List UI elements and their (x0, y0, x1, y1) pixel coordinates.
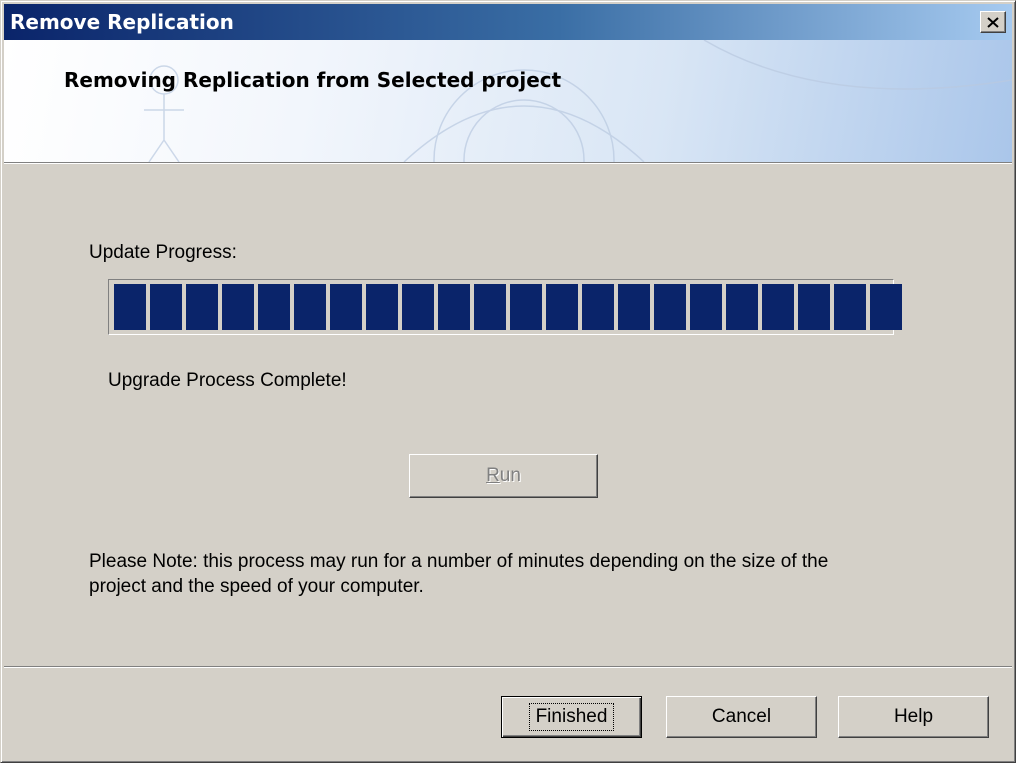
wizard-header-banner: Removing Replication from Selected proje… (4, 40, 1012, 162)
footer-divider-highlight (4, 667, 1012, 668)
cancel-button-label: Cancel (711, 706, 772, 727)
note-line-2: project and the speed of your computer. (89, 576, 424, 597)
progress-block (438, 284, 470, 330)
run-button-label: Run (486, 465, 521, 486)
header-divider-highlight (4, 163, 1012, 164)
progress-block (726, 284, 758, 330)
page-heading: Removing Replication from Selected proje… (64, 68, 562, 92)
finished-button-label: Finished (528, 703, 615, 731)
progress-label: Update Progress: (89, 242, 237, 263)
window-title: Remove Replication (10, 10, 234, 34)
progress-block (366, 284, 398, 330)
progress-block (474, 284, 506, 330)
progress-block (654, 284, 686, 330)
progress-block (330, 284, 362, 330)
help-button[interactable]: Help (838, 696, 989, 738)
progress-block (690, 284, 722, 330)
close-icon (987, 16, 999, 28)
progress-block (762, 284, 794, 330)
title-bar[interactable]: Remove Replication (4, 4, 1012, 40)
run-button[interactable]: Run (409, 454, 598, 498)
progress-block (546, 284, 578, 330)
remove-replication-dialog: Remove Replication Removing Replication … (0, 0, 1016, 763)
finished-button[interactable]: Finished (501, 696, 642, 738)
progress-block (186, 284, 218, 330)
progress-block (582, 284, 614, 330)
progress-block (402, 284, 434, 330)
note-line-1: Please Note: this process may run for a … (89, 551, 829, 572)
progress-block (222, 284, 254, 330)
progress-block (870, 284, 902, 330)
progress-block (258, 284, 290, 330)
status-text: Upgrade Process Complete! (108, 370, 347, 391)
help-button-label: Help (893, 706, 934, 727)
cancel-button[interactable]: Cancel (666, 696, 817, 738)
progress-block (114, 284, 146, 330)
progress-block (510, 284, 542, 330)
update-progress-bar (108, 279, 902, 335)
progress-block (150, 284, 182, 330)
progress-block (834, 284, 866, 330)
close-button[interactable] (980, 11, 1006, 33)
progress-block (294, 284, 326, 330)
banner-watermark-graphic (144, 40, 1012, 162)
progress-block (798, 284, 830, 330)
progress-block (618, 284, 650, 330)
